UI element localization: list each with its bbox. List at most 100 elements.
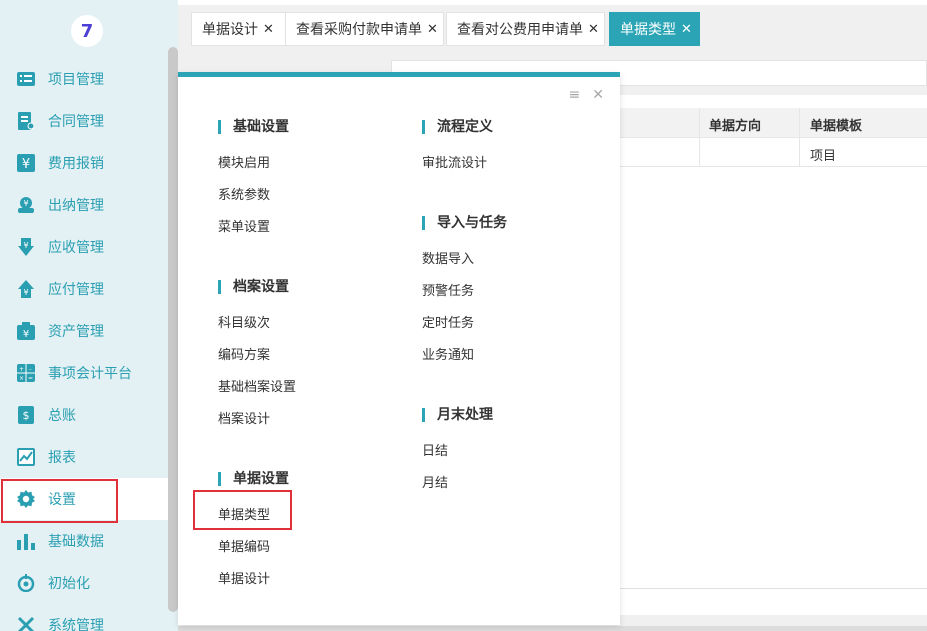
section-title-basic-settings: 基础设置 — [218, 120, 289, 134]
menu-item-menu-settings[interactable]: 菜单设置 — [218, 216, 270, 235]
sidebar-item-label: 总账 — [48, 408, 76, 424]
yen-receipt-icon: ¥ — [17, 154, 35, 172]
close-icon[interactable]: ✕ — [263, 22, 274, 37]
sidebar-scrollbar[interactable] — [168, 47, 178, 612]
grid-panel — [620, 95, 927, 615]
bottom-strip — [178, 626, 927, 631]
sidebar-item-label: 费用报销 — [48, 156, 104, 172]
document-type-highlight-box — [193, 490, 292, 530]
section-title-archive-settings: 档案设置 — [218, 280, 289, 294]
sidebar-item-receivable[interactable]: ¥ 应收管理 — [0, 226, 168, 268]
sidebar-item-report[interactable]: 报表 — [0, 436, 168, 478]
svg-text:×: × — [19, 375, 24, 382]
close-icon[interactable]: ✕ — [681, 22, 692, 37]
column-divider — [699, 108, 700, 167]
app-logo[interactable]: 7 — [71, 15, 103, 47]
sidebar-item-asset[interactable]: ¥ 资产管理 — [0, 310, 168, 352]
svg-text:¥: ¥ — [23, 329, 29, 340]
cashier-icon: ¥ — [17, 196, 35, 214]
sidebar-item-accounting-platform[interactable]: + - × = 事项会计平台 — [0, 352, 168, 394]
menu-item-daily-close[interactable]: 日结 — [422, 440, 448, 459]
asset-icon: ¥ — [17, 322, 35, 340]
payable-icon: ¥ — [17, 280, 35, 298]
column-header-template[interactable]: 单据模板 — [810, 115, 862, 134]
menu-item-business-notice[interactable]: 业务通知 — [422, 344, 474, 363]
column-header-direction[interactable]: 单据方向 — [709, 115, 761, 134]
menu-item-document-coding[interactable]: 单据编码 — [218, 536, 270, 555]
tab-purchase-payment[interactable]: 查看采购付款申请单 ✕ — [285, 12, 444, 46]
sidebar: 7 项目管理 合同管理 ¥ 费用报销 ¥ 出纳管理 ¥ 应收管理 ¥ 应付管理 — [0, 0, 178, 631]
list-icon — [17, 70, 35, 88]
menu-item-base-archive-settings[interactable]: 基础档案设置 — [218, 376, 296, 395]
menu-item-data-import[interactable]: 数据导入 — [422, 248, 474, 267]
svg-text:¥: ¥ — [23, 241, 28, 250]
sidebar-item-label: 资产管理 — [48, 324, 104, 340]
bar-chart-icon — [17, 532, 35, 550]
sidebar-item-init[interactable]: 初始化 — [0, 562, 168, 604]
tab-bar: 单据设计 ✕ 查看采购付款申请单 ✕ 查看对公费用申请单 ✕ 单据类型 ✕ — [178, 5, 927, 48]
sidebar-item-label: 出纳管理 — [48, 198, 104, 214]
svg-text:+: + — [19, 366, 24, 373]
contract-icon — [17, 112, 35, 130]
report-icon — [17, 448, 35, 466]
tab-public-expense[interactable]: 查看对公费用申请单 ✕ — [446, 12, 605, 46]
sidebar-item-project[interactable]: 项目管理 — [0, 58, 168, 100]
menu-item-monthly-close[interactable]: 月结 — [422, 472, 448, 491]
section-title-import-tasks: 导入与任务 — [422, 216, 507, 230]
section-title-process-definition: 流程定义 — [422, 120, 493, 134]
sidebar-item-label: 系统管理 — [48, 618, 104, 631]
sidebar-item-contract[interactable]: 合同管理 — [0, 100, 168, 142]
sidebar-item-label: 项目管理 — [48, 72, 104, 88]
sidebar-item-label: 事项会计平台 — [48, 366, 132, 382]
menu-item-scheduled-tasks[interactable]: 定时任务 — [422, 312, 474, 331]
menu-item-alert-tasks[interactable]: 预警任务 — [422, 280, 474, 299]
tab-label: 单据设计 — [202, 22, 258, 38]
sidebar-item-label: 初始化 — [48, 576, 90, 592]
tab-document-design[interactable]: 单据设计 ✕ — [191, 12, 286, 46]
calculator-icon: + - × = — [17, 364, 35, 382]
menu-item-module-enable[interactable]: 模块启用 — [218, 152, 270, 171]
menu-icon[interactable]: ≡ — [569, 87, 581, 103]
sidebar-item-label: 应收管理 — [48, 240, 104, 256]
ledger-icon: $ — [17, 406, 35, 424]
sidebar-item-base-data[interactable]: 基础数据 — [0, 520, 168, 562]
tab-label: 单据类型 — [620, 22, 676, 38]
svg-text:¥: ¥ — [22, 157, 30, 172]
menu-item-archive-design[interactable]: 档案设计 — [218, 408, 270, 427]
sidebar-item-ledger[interactable]: $ 总账 — [0, 394, 168, 436]
tools-icon — [17, 616, 35, 631]
power-icon — [17, 574, 35, 592]
sidebar-item-label: 合同管理 — [48, 114, 104, 130]
table-row[interactable]: 项目 — [620, 138, 927, 167]
grid-header: 单据方向 单据模板 — [620, 108, 927, 138]
settings-popup-menu: ≡ ✕ 基础设置 模块启用 系统参数 菜单设置 档案设置 科目级次 编码方案 基… — [178, 72, 620, 625]
section-title-month-end: 月末处理 — [422, 408, 493, 422]
section-title-document-settings: 单据设置 — [218, 472, 289, 486]
receivable-icon: ¥ — [17, 238, 35, 256]
svg-text:-: - — [29, 366, 31, 373]
sidebar-item-system[interactable]: 系统管理 — [0, 604, 168, 631]
menu-item-system-params[interactable]: 系统参数 — [218, 184, 270, 203]
tab-label: 查看对公费用申请单 — [457, 22, 583, 38]
tab-label: 查看采购付款申请单 — [296, 22, 422, 38]
menu-item-coding-scheme[interactable]: 编码方案 — [218, 344, 270, 363]
grid-footer-line — [620, 588, 927, 589]
popup-controls: ≡ ✕ — [569, 87, 604, 103]
menu-item-subject-levels[interactable]: 科目级次 — [218, 312, 270, 331]
menu-item-document-design[interactable]: 单据设计 — [218, 568, 270, 587]
close-icon[interactable]: ✕ — [588, 22, 599, 37]
column-divider — [799, 108, 800, 167]
menu-item-approval-flow[interactable]: 审批流设计 — [422, 152, 487, 171]
svg-text:¥: ¥ — [23, 199, 28, 208]
close-icon[interactable]: ✕ — [427, 22, 438, 37]
sidebar-item-expense[interactable]: ¥ 费用报销 — [0, 142, 168, 184]
tab-document-type[interactable]: 单据类型 ✕ — [609, 12, 700, 46]
svg-text:¥: ¥ — [23, 288, 28, 297]
close-icon[interactable]: ✕ — [592, 87, 604, 103]
sidebar-item-cashier[interactable]: ¥ 出纳管理 — [0, 184, 168, 226]
cell-template: 项目 — [810, 149, 837, 164]
sidebar-item-label: 报表 — [48, 450, 76, 466]
svg-text:=: = — [28, 375, 33, 382]
sidebar-item-payable[interactable]: ¥ 应付管理 — [0, 268, 168, 310]
sidebar-item-label: 基础数据 — [48, 534, 104, 550]
